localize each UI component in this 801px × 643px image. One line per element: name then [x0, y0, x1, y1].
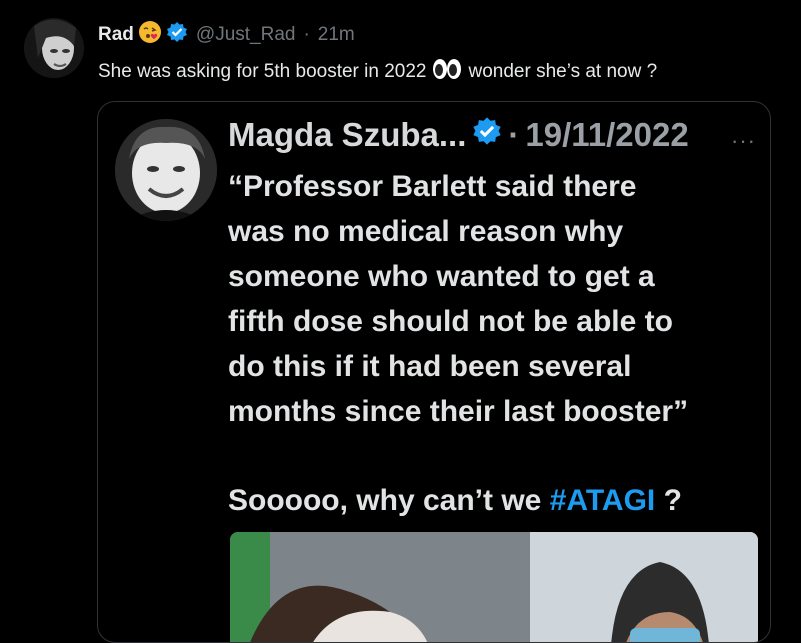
dot-separator: ·	[303, 24, 310, 45]
hashtag-link: #ATAGI	[549, 484, 656, 517]
quoted-line: someone who wanted to get a	[228, 260, 655, 293]
quoted-line: months since their last booster”	[228, 395, 689, 428]
tweet-text: She was asking for 5th booster in 2022 w…	[98, 58, 657, 86]
quoted-line: fifth dose should not be able to	[228, 305, 673, 338]
avatar[interactable]	[24, 18, 84, 78]
quoted-author-name: Magda Szuba...	[228, 116, 467, 153]
quoted-date: 19/11/2022	[525, 116, 689, 153]
quoted-question: Sooooo, why can’t we #ATAGI ?	[228, 478, 748, 523]
quoted-line: do this if it had been several	[228, 350, 632, 383]
quoted-tweet-card[interactable]: Magda Szuba... · 19/11/2022 ··· “Profess…	[97, 101, 771, 643]
quoted-dot: ·	[508, 116, 520, 153]
eyes-emoji-icon	[432, 58, 462, 86]
tweet-time[interactable]: 21m	[318, 24, 355, 46]
question-suffix: ?	[655, 484, 682, 517]
quoted-line: was no medical reason why	[228, 215, 624, 248]
verified-badge-icon	[166, 21, 188, 49]
kiss-emoji-icon	[138, 20, 162, 50]
question-prefix: Sooooo, why can’t we	[228, 484, 550, 517]
quoted-body: “Professor Barlett said there was no med…	[228, 164, 748, 523]
quoted-photo	[230, 532, 758, 642]
tweet-text-part1: She was asking for 5th booster in 2022	[98, 61, 427, 82]
tweet-header: Rad @Just_Rad · 21m	[98, 20, 355, 50]
tweet-text-part2: wonder she’s at now ?	[468, 61, 658, 82]
quoted-line: “Professor Barlett said there	[228, 170, 637, 203]
author-handle[interactable]: @Just_Rad	[196, 24, 296, 46]
more-options-icon: ···	[731, 128, 756, 153]
quoted-avatar	[115, 119, 217, 221]
author-name[interactable]: Rad	[98, 24, 134, 46]
quoted-header: Magda Szuba... · 19/11/2022	[228, 116, 689, 154]
verified-badge-icon	[472, 116, 502, 154]
